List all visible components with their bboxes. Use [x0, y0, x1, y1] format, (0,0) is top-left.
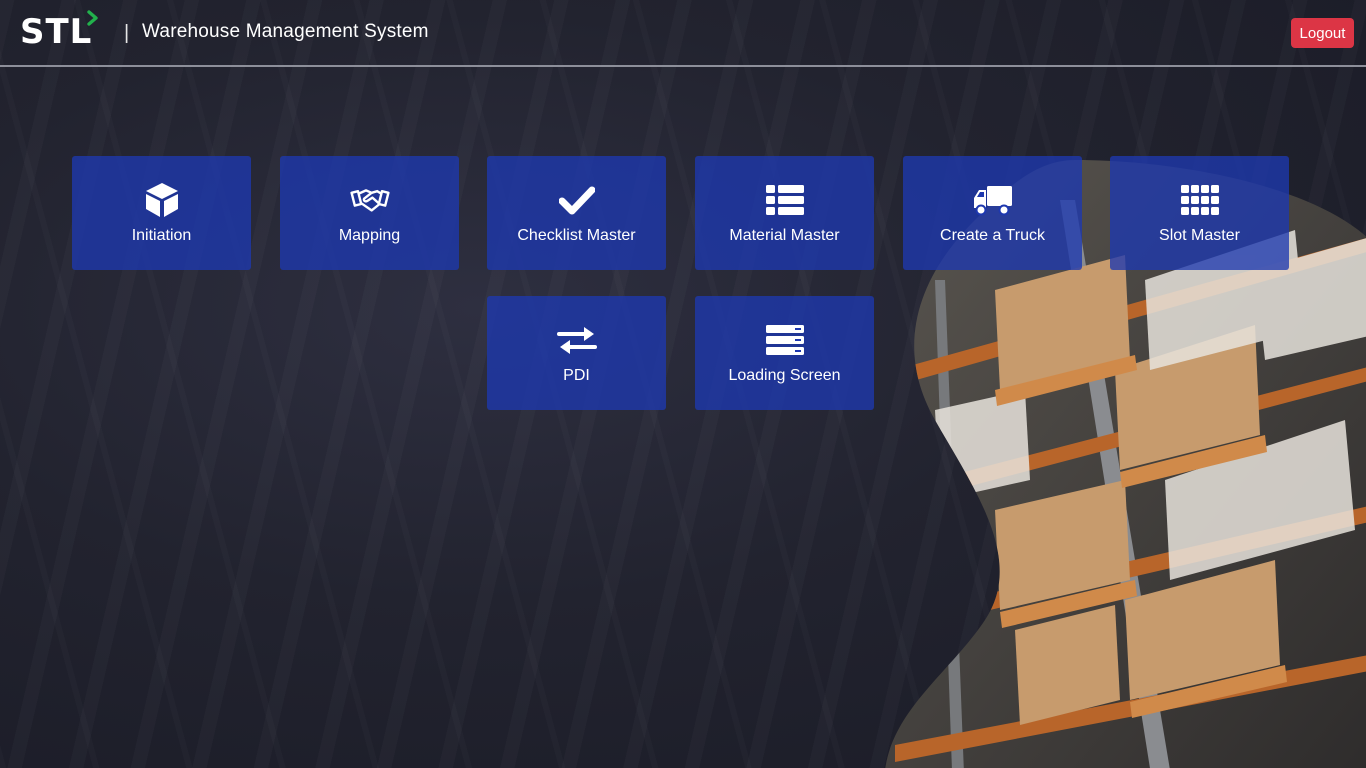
app-title: Warehouse Management System	[142, 21, 429, 42]
tile-label: Create a Truck	[940, 227, 1045, 244]
server-icon	[765, 322, 805, 358]
handshake-icon	[349, 182, 390, 218]
top-header: STL | Warehouse Management System Logout	[0, 0, 1366, 67]
tile-create-a-truck[interactable]: Create a Truck	[903, 156, 1082, 270]
logo-arrow-icon	[87, 10, 99, 26]
truck-icon	[973, 182, 1013, 218]
logout-button[interactable]: Logout	[1291, 18, 1354, 48]
header-divider: |	[124, 22, 130, 44]
exchange-arrows-icon	[556, 322, 597, 358]
tile-label: Checklist Master	[517, 227, 636, 244]
check-icon	[557, 182, 597, 218]
tile-label: Material Master	[729, 227, 840, 244]
logo-text: STL	[20, 12, 93, 52]
tile-slot-master[interactable]: Slot Master	[1110, 156, 1289, 270]
tile-mapping[interactable]: Mapping	[280, 156, 459, 270]
tile-label: Mapping	[338, 227, 401, 244]
stl-logo[interactable]: STL	[20, 10, 100, 52]
tile-checklist-master[interactable]: Checklist Master	[487, 156, 666, 270]
tile-material-master[interactable]: Material Master	[695, 156, 874, 270]
cube-icon	[142, 182, 182, 218]
tile-loading-screen[interactable]: Loading Screen	[695, 296, 874, 410]
tile-label: Slot Master	[1159, 227, 1240, 244]
tile-label: PDI	[563, 367, 590, 384]
list-icon	[765, 182, 805, 218]
tile-label: Initiation	[131, 227, 192, 244]
tile-label: Loading Screen	[728, 367, 841, 384]
tile-initiation[interactable]: Initiation	[72, 156, 251, 270]
grid-icon	[1180, 182, 1220, 218]
tile-pdi[interactable]: PDI	[487, 296, 666, 410]
